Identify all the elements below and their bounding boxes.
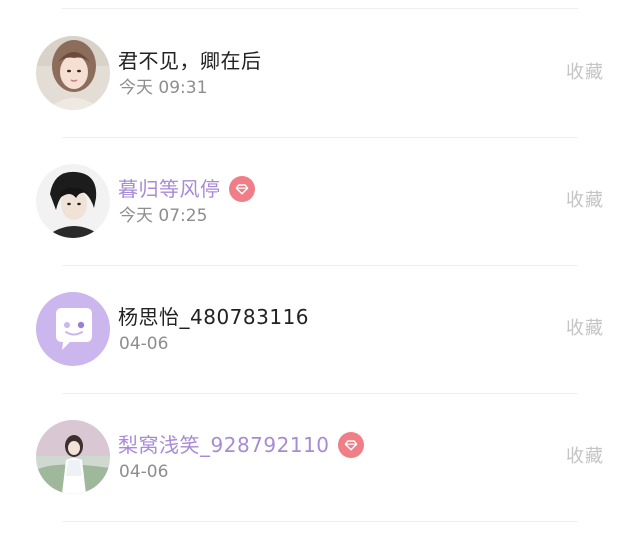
name-line: 杨思怡_480783116: [118, 302, 309, 332]
collect-button[interactable]: 收藏: [566, 60, 604, 86]
collect-button[interactable]: 收藏: [566, 316, 604, 342]
avatar[interactable]: [36, 36, 110, 110]
conversation-row[interactable]: 杨思怡_480783116 04-06 收藏: [0, 266, 640, 394]
row-divider: [62, 521, 578, 522]
message-time: 04-06: [119, 334, 169, 354]
collect-button[interactable]: 收藏: [566, 444, 604, 470]
contact-name[interactable]: 杨思怡_480783116: [118, 303, 309, 331]
avatar[interactable]: [36, 292, 110, 366]
conversation-row[interactable]: 暮归等风停 今天 07:25 收藏: [0, 138, 640, 266]
name-line: 君不见，卿在后: [118, 46, 262, 76]
conversation-row[interactable]: 梨窝浅笑_928792110 04-06 收藏: [0, 394, 640, 522]
contact-name[interactable]: 君不见，卿在后: [118, 47, 262, 75]
conversation-row[interactable]: 君不见，卿在后 今天 09:31 收藏: [0, 10, 640, 138]
photo-avatar-girl-outdoor-icon: [36, 420, 110, 494]
vip-diamond-icon: [337, 432, 364, 458]
collect-button[interactable]: 收藏: [566, 188, 604, 214]
conversation-list: 君不见，卿在后 今天 09:31 收藏 暮归等风停 今天 07:25 收藏 杨思…: [0, 0, 640, 537]
default-chat-bubble-avatar-icon: [36, 292, 110, 366]
photo-avatar-girl-icon: [36, 36, 110, 110]
vip-diamond-icon: [228, 176, 255, 202]
contact-name[interactable]: 梨窝浅笑_928792110: [118, 431, 330, 459]
message-time: 今天 07:25: [119, 206, 208, 226]
name-line: 梨窝浅笑_928792110: [118, 430, 364, 460]
message-time: 04-06: [119, 462, 169, 482]
name-line: 暮归等风停: [118, 174, 255, 204]
message-time: 今天 09:31: [119, 78, 208, 98]
avatar[interactable]: [36, 164, 110, 238]
contact-name[interactable]: 暮归等风停: [118, 175, 221, 203]
photo-avatar-boy-icon: [36, 164, 110, 238]
avatar[interactable]: [36, 420, 110, 494]
